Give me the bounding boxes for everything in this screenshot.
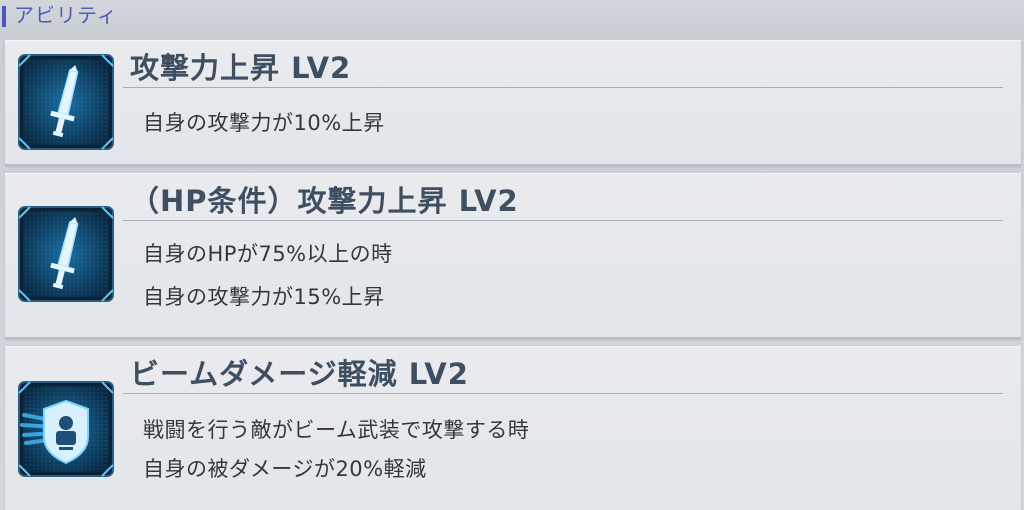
ability-description-line: 自身の攻撃力が10%上昇 (143, 111, 385, 135)
ability-card-beam-damage-reduction[interactable]: ビームダメージ軽減 LV2 戦闘を行う敵がビーム武装で攻撃する時 自身の被ダメー… (5, 346, 1021, 510)
sword-icon (16, 204, 116, 304)
ability-card-hp-attack-up[interactable]: （HP条件）攻撃力上昇 LV2 自身のHPが75%以上の時 自身の攻撃力が15%… (5, 173, 1021, 339)
ability-description-line: 自身の攻撃力が15%上昇 (143, 285, 385, 309)
ability-panel: アビリティ 攻撃力上昇 LV2 自身の攻撃力が10%上昇 （HP条件）攻撃力上昇… (0, 0, 1024, 510)
section-title: アビリティ (14, 3, 118, 27)
beam-shield-icon (16, 379, 116, 479)
ability-name: 攻撃力上昇 LV2 (130, 51, 352, 85)
sword-icon (16, 52, 116, 152)
ability-description-line: 自身の被ダメージが20%軽減 (143, 457, 427, 481)
ability-card-attack-up[interactable]: 攻撃力上昇 LV2 自身の攻撃力が10%上昇 (5, 40, 1021, 166)
title-divider (123, 220, 1003, 221)
ability-description-line: 戦闘を行う敵がビーム武装で攻撃する時 (143, 418, 530, 442)
ability-description-line: 自身のHPが75%以上の時 (143, 242, 393, 266)
ability-name: ビームダメージ軽減 LV2 (130, 357, 469, 391)
section-header: アビリティ (0, 0, 1024, 34)
ability-name: （HP条件）攻撃力上昇 LV2 (130, 184, 519, 218)
title-divider (123, 393, 1003, 394)
title-divider (123, 87, 1003, 88)
section-accent-bar (2, 6, 6, 27)
